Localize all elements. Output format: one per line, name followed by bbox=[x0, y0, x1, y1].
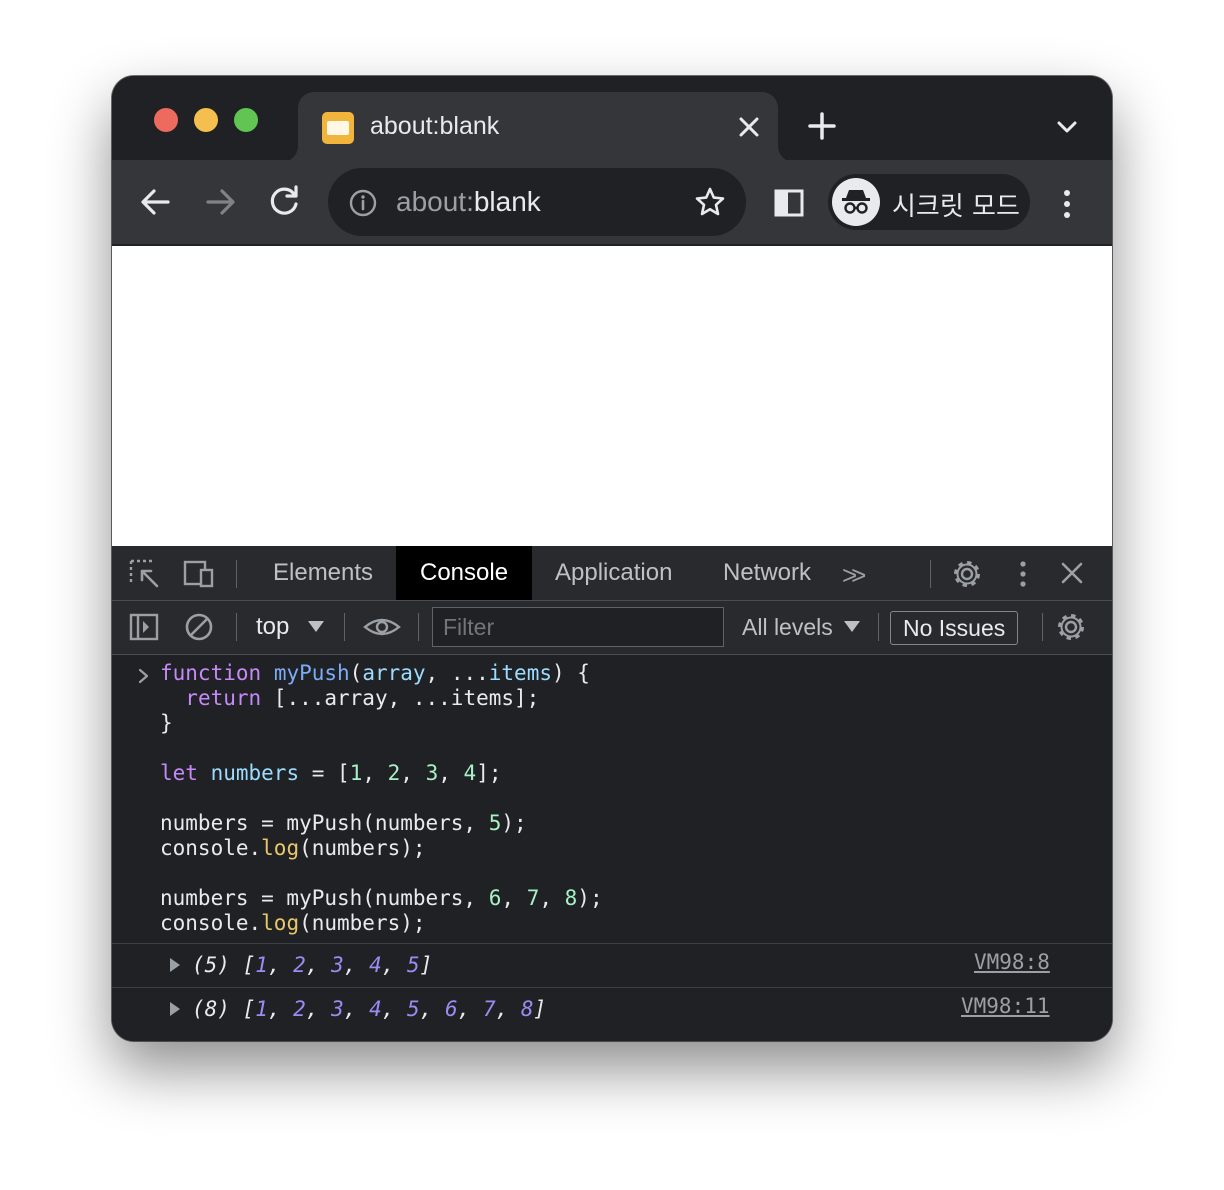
close-window-button[interactable] bbox=[154, 108, 178, 132]
code-line: numbers = myPush(numbers, 5); bbox=[160, 811, 527, 835]
show-sidebar-icon[interactable] bbox=[127, 611, 161, 643]
separator bbox=[418, 613, 419, 641]
tab-console[interactable]: Console bbox=[396, 546, 533, 600]
log-levels-dropdown[interactable]: All levels bbox=[742, 614, 833, 641]
source-link[interactable]: VM98:8 bbox=[974, 950, 1050, 974]
page-favicon-icon bbox=[322, 112, 354, 144]
source-link[interactable]: VM98:11 bbox=[961, 994, 1050, 1018]
tab-application[interactable]: Application bbox=[555, 546, 672, 600]
new-tab-plus-icon[interactable] bbox=[802, 106, 842, 146]
more-tabs-chevron-icon[interactable]: >> bbox=[842, 560, 867, 591]
address-bar[interactable]: about:blank bbox=[328, 168, 746, 236]
maximize-window-button[interactable] bbox=[234, 108, 258, 132]
incognito-icon bbox=[832, 178, 880, 226]
console-filter-input[interactable] bbox=[432, 607, 724, 647]
inspect-element-icon[interactable] bbox=[128, 558, 162, 590]
separator bbox=[930, 560, 931, 588]
console-output[interactable]: function myPush(array, ...items) { retur… bbox=[112, 655, 1112, 1041]
levels-caret-icon bbox=[844, 621, 860, 632]
live-expression-eye-icon[interactable] bbox=[362, 611, 402, 643]
context-selector[interactable]: top bbox=[256, 613, 289, 641]
issues-button[interactable]: No Issues bbox=[890, 611, 1019, 645]
browser-toolbar: about:blank 시크릿 모드 bbox=[112, 160, 1112, 244]
console-input-code[interactable]: function myPush(array, ...items) { retur… bbox=[160, 661, 603, 936]
code-line: console.log(numbers); bbox=[160, 911, 426, 935]
expand-triangle-icon[interactable] bbox=[170, 1002, 180, 1016]
tab-about-blank[interactable]: about:blank bbox=[298, 92, 778, 162]
code-line: function myPush(array, ...items) { bbox=[160, 661, 590, 685]
console-toolbar: top All levels No Issues bbox=[112, 601, 1112, 655]
code-line: console.log(numbers); bbox=[160, 836, 426, 860]
code-line: return [...array, ...items]; bbox=[185, 686, 540, 710]
tab-elements[interactable]: Elements bbox=[273, 546, 373, 600]
devtools-panel: Elements Console Application Network >> bbox=[112, 546, 1112, 1041]
separator bbox=[236, 613, 237, 641]
side-panel-icon[interactable] bbox=[772, 186, 806, 220]
code-line: numbers = myPush(numbers, 6, 7, 8); bbox=[160, 886, 603, 910]
prompt-chevron-icon bbox=[134, 665, 154, 687]
console-settings-gear-icon[interactable] bbox=[1054, 611, 1088, 643]
bookmark-star-icon[interactable] bbox=[692, 184, 728, 220]
separator bbox=[878, 613, 879, 641]
incognito-label: 시크릿 모드 bbox=[892, 192, 1020, 222]
site-info-icon[interactable] bbox=[348, 188, 378, 218]
browser-window: about:blank about:blank 시크릿 모드 Elements … bbox=[112, 76, 1112, 1041]
tab-title: about:blank bbox=[370, 112, 500, 140]
separator bbox=[344, 613, 345, 641]
close-devtools-icon[interactable] bbox=[1055, 558, 1089, 590]
context-caret-icon bbox=[308, 621, 324, 632]
forward-arrow-icon[interactable] bbox=[198, 180, 242, 224]
separator bbox=[236, 560, 237, 588]
incognito-profile-button[interactable]: 시크릿 모드 bbox=[828, 174, 1030, 230]
code-line: } bbox=[160, 711, 173, 735]
devtools-tab-bar: Elements Console Application Network >> bbox=[112, 546, 1112, 601]
page-viewport[interactable] bbox=[112, 246, 1112, 546]
url-text: about:blank bbox=[396, 186, 541, 217]
minimize-window-button[interactable] bbox=[194, 108, 218, 132]
devtools-settings-gear-icon[interactable] bbox=[950, 558, 984, 590]
title-bar: about:blank bbox=[112, 76, 1112, 162]
more-menu-icon[interactable] bbox=[1052, 184, 1082, 224]
tab-search-chevron-down-icon[interactable] bbox=[1052, 112, 1082, 142]
tab-close-icon[interactable] bbox=[732, 110, 766, 144]
code-line: let numbers = [1, 2, 3, 4]; bbox=[160, 761, 502, 785]
separator bbox=[1042, 613, 1043, 641]
reload-icon[interactable] bbox=[262, 180, 306, 224]
log-output-array: (5) [1, 2, 3, 4, 5] bbox=[192, 953, 433, 977]
clear-console-icon[interactable] bbox=[182, 611, 216, 643]
device-toolbar-icon[interactable] bbox=[182, 558, 216, 590]
back-arrow-icon[interactable] bbox=[134, 180, 178, 224]
console-log-row[interactable]: (5) [1, 2, 3, 4, 5] VM98:8 bbox=[112, 943, 1112, 987]
expand-triangle-icon[interactable] bbox=[170, 958, 180, 972]
log-output-array: (8) [1, 2, 3, 4, 5, 6, 7, 8] bbox=[192, 997, 547, 1021]
console-log-row[interactable]: (8) [1, 2, 3, 4, 5, 6, 7, 8] VM98:11 bbox=[112, 987, 1112, 1031]
devtools-more-menu-icon[interactable] bbox=[1006, 558, 1040, 590]
tab-network[interactable]: Network bbox=[723, 546, 811, 600]
